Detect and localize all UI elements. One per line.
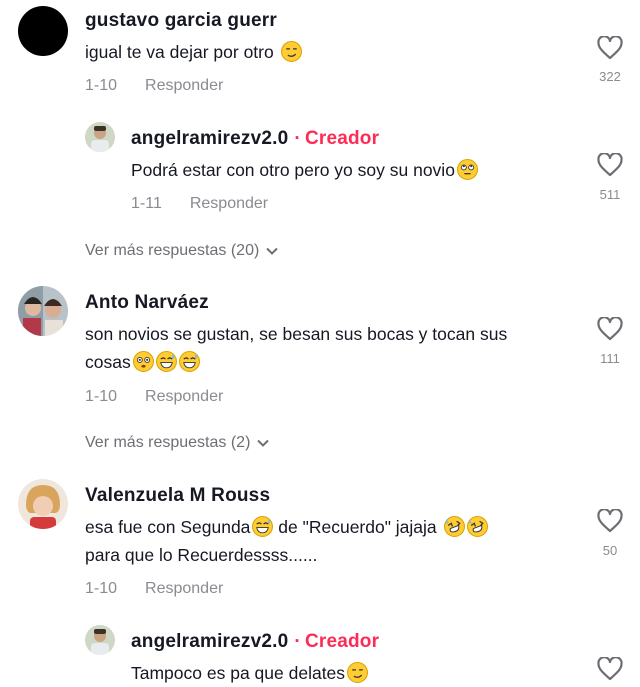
comment-text: Podrá estar con otro pero yo soy su novi…	[131, 156, 478, 184]
avatar[interactable]	[18, 6, 68, 56]
like-count: 511	[599, 187, 621, 202]
comment-text: para que lo Recuerdessss......	[85, 545, 318, 565]
comment-text: esa fue con Segunda de "Recuerdo" jajaja	[85, 513, 488, 541]
emoji-grin-sweat-icon	[155, 351, 177, 372]
comment-username[interactable]: angelramirezv2.0 · Creador	[131, 128, 379, 150]
reply-button[interactable]: Responder	[145, 77, 223, 94]
comment-date: 1-10	[85, 580, 118, 597]
avatar[interactable]	[18, 286, 68, 336]
emoji-rolling-eyes-icon	[456, 159, 478, 180]
avatar-image	[18, 479, 68, 529]
comment-meta: 1-10 Responder	[85, 388, 223, 406]
comment-date: 1-11	[131, 195, 162, 212]
emoji-smirk-icon	[347, 662, 369, 683]
comment-text: Tampoco es pa que delates	[131, 659, 369, 687]
comment-text: cosas	[85, 348, 200, 376]
comment-username[interactable]: Anto Narváez	[85, 292, 209, 314]
comment-text: son novios se gustan, se besan sus bocas…	[85, 324, 508, 344]
avatar-image	[85, 122, 115, 152]
view-more-replies-button[interactable]: Ver más respuestas (20)	[85, 242, 279, 260]
avatar[interactable]	[18, 479, 68, 529]
comment-meta: 1-11 Responder	[131, 195, 268, 213]
creator-badge: Creador	[304, 128, 380, 149]
like-count: 322	[599, 69, 621, 84]
avatar[interactable]	[85, 625, 115, 655]
comment-username[interactable]: angelramirezv2.0 · Creador	[131, 631, 379, 653]
avatar-image	[18, 286, 68, 336]
comment-meta: 1-10 Responder	[85, 580, 223, 598]
comment-username[interactable]: Valenzuela M Rouss	[85, 485, 270, 507]
comment-date: 1-10	[85, 77, 118, 94]
like-count: 50	[602, 543, 618, 558]
emoji-flushed-icon	[132, 351, 154, 372]
comment-text: igual te va dejar por otro	[85, 38, 302, 66]
heart-icon[interactable]	[597, 153, 623, 177]
heart-icon[interactable]	[597, 317, 623, 341]
avatar-image	[85, 625, 115, 655]
emoji-rofl-icon	[466, 516, 488, 537]
chevron-down-icon	[266, 247, 279, 255]
reply-button[interactable]: Responder	[145, 388, 223, 405]
heart-icon[interactable]	[597, 509, 623, 533]
reply-button[interactable]: Responder	[190, 195, 268, 212]
reply-button[interactable]: Responder	[145, 580, 223, 597]
emoji-smirk-icon	[280, 41, 302, 62]
comment-username[interactable]: gustavo garcia guerr	[85, 10, 277, 32]
creator-badge: Creador	[304, 631, 380, 652]
emoji-grin-sweat-icon	[178, 351, 200, 372]
emoji-rofl-icon	[443, 516, 465, 537]
avatar[interactable]	[85, 122, 115, 152]
like-count: 111	[600, 351, 620, 366]
comment-date: 1-10	[85, 388, 118, 405]
view-more-replies-button[interactable]: Ver más respuestas (2)	[85, 434, 270, 452]
emoji-grin-sweat-icon	[252, 516, 274, 537]
heart-icon[interactable]	[597, 36, 623, 60]
comment-meta: 1-10 Responder	[85, 77, 223, 95]
chevron-down-icon	[257, 439, 270, 447]
heart-icon[interactable]	[597, 657, 623, 681]
